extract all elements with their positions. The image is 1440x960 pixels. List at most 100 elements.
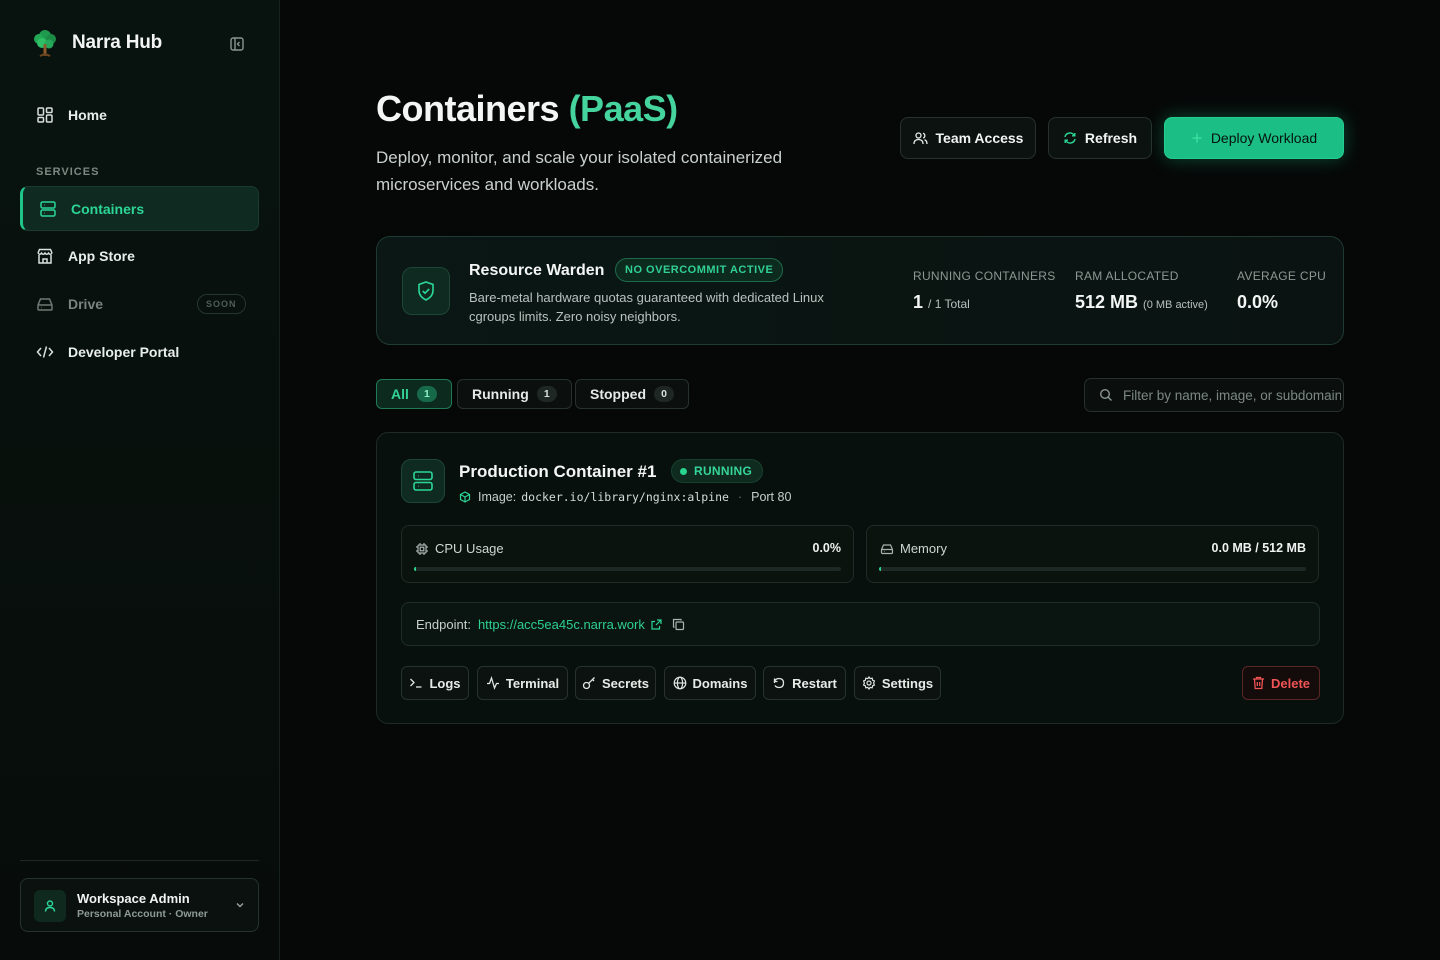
resource-warden-card: Resource Warden NO OVERCOMMIT ACTIVE Bar… (376, 236, 1344, 345)
filter-tab-label: Running (472, 386, 529, 402)
copy-icon[interactable] (672, 618, 685, 631)
globe-icon (673, 676, 686, 690)
restart-button[interactable]: Restart (763, 666, 846, 700)
sidebar-item-label: Home (68, 107, 107, 123)
terminal-button[interactable]: Terminal (477, 666, 568, 700)
endpoint-link[interactable]: https://acc5ea45c.narra.work (478, 617, 645, 632)
average-cpu-label: AVERAGE CPU (1237, 269, 1327, 283)
memory-meter: Memory 0.0 MB / 512 MB (866, 525, 1319, 583)
avatar (34, 890, 66, 922)
endpoint-label: Endpoint: (416, 616, 471, 632)
page-title: Containers (PaaS) (376, 88, 678, 130)
drive-icon (37, 298, 53, 311)
account-name: Workspace Admin (77, 891, 190, 906)
refresh-icon (1064, 132, 1076, 144)
memory-label: Memory (900, 541, 947, 556)
settings-button[interactable]: Settings (854, 666, 941, 700)
meta-separator: · (737, 490, 743, 504)
container-icon-box (401, 459, 445, 503)
memory-drive-icon (880, 544, 894, 555)
search-input[interactable] (1123, 379, 1341, 411)
page-subtitle: Deploy, monitor, and scale your isolated… (376, 148, 783, 194)
logs-label: Logs (429, 675, 461, 691)
trash-icon (1252, 676, 1264, 690)
sidebar-item-containers[interactable]: Containers (20, 186, 259, 231)
filter-tab-running[interactable]: Running 1 (457, 379, 572, 409)
terminal-prompt-icon (410, 678, 422, 688)
running-containers-value: 1 / 1 Total (913, 292, 970, 313)
delete-button[interactable]: Delete (1242, 666, 1320, 700)
account-subtitle: Personal Account · Owner (77, 908, 208, 920)
secrets-button[interactable]: Secrets (575, 666, 656, 700)
terminal-label: Terminal (505, 675, 560, 691)
refresh-button[interactable]: Refresh (1048, 117, 1152, 159)
sidebar-item-home[interactable]: Home (20, 93, 259, 137)
ram-value: 512 MB (1075, 292, 1139, 312)
sidebar-item-drive: Drive SOON (20, 282, 259, 326)
store-icon (37, 248, 53, 264)
ram-active: (0 MB active) (1143, 299, 1208, 311)
status-dot (680, 467, 687, 475)
team-access-button[interactable]: Team Access (900, 117, 1036, 159)
activity-icon (486, 676, 499, 690)
filter-tab-stopped[interactable]: Stopped 0 (575, 379, 689, 409)
filter-tab-all[interactable]: All 1 (376, 379, 452, 409)
endpoint-row: Endpoint: https://acc5ea45c.narra.work (401, 602, 1320, 646)
filter-tab-label: All (391, 386, 409, 402)
settings-label: Settings (881, 675, 934, 691)
sidebar-item-label: Drive (68, 296, 104, 312)
cpu-usage-meter: CPU Usage 0.0% (401, 525, 854, 583)
rotate-ccw-icon (773, 677, 785, 689)
package-icon (459, 491, 471, 503)
filter-tab-count: 1 (416, 386, 437, 402)
filter-tab-count: 0 (654, 386, 674, 402)
brand[interactable]: Narra Hub (32, 28, 162, 58)
sidebar-item-label: App Store (68, 248, 135, 264)
deploy-workload-label: Deploy Workload (1210, 130, 1318, 146)
no-overcommit-badge: NO OVERCOMMIT ACTIVE (615, 258, 784, 282)
domains-label: Domains (692, 675, 748, 691)
status-text: RUNNING (694, 464, 753, 478)
cpu-icon (416, 543, 428, 555)
soon-badge: SOON (197, 294, 246, 314)
deploy-workload-button[interactable]: Deploy Workload (1164, 117, 1344, 159)
memory-track (879, 567, 1306, 571)
container-card: Production Container #1 RUNNING Image: d… (376, 432, 1344, 724)
chevron-down-icon (236, 903, 244, 908)
domains-button[interactable]: Domains (664, 666, 756, 700)
search-icon (1099, 388, 1112, 401)
memory-fill (879, 567, 881, 571)
sidebar-item-label: Developer Portal (68, 344, 180, 360)
sidebar-item-app-store[interactable]: App Store (20, 234, 259, 278)
running-total: / 1 Total (928, 297, 970, 311)
ram-allocated-value: 512 MB (0 MB active) (1075, 292, 1208, 313)
gear-icon (862, 676, 876, 690)
cpu-usage-track (414, 567, 841, 571)
server-icon (40, 200, 56, 217)
plus-icon (1192, 133, 1202, 143)
running-containers-label: RUNNING CONTAINERS (913, 269, 1056, 283)
image-label: Image: (478, 490, 517, 504)
memory-value: 0.0 MB / 512 MB (1211, 541, 1306, 555)
dashboard-grid-icon (37, 107, 53, 123)
key-icon (582, 677, 595, 690)
container-name[interactable]: Production Container #1 (459, 462, 656, 482)
account-switcher[interactable]: Workspace Admin Personal Account · Owner (20, 878, 259, 932)
sidebar-item-developer-portal[interactable]: Developer Portal (20, 330, 259, 374)
page-title-accent: (PaaS) (568, 88, 679, 129)
tree-logo-icon (34, 30, 56, 57)
app-name: Narra Hub (72, 32, 163, 53)
running-count: 1 (913, 292, 924, 312)
logs-button[interactable]: Logs (401, 666, 469, 700)
filter-tab-count: 1 (536, 386, 557, 402)
sidebar-divider (20, 860, 259, 861)
sidebar-collapse-icon[interactable] (229, 36, 245, 52)
status-badge: RUNNING (671, 459, 764, 483)
ram-allocated-label: RAM ALLOCATED (1075, 269, 1179, 283)
restart-label: Restart (792, 675, 837, 691)
external-link-icon[interactable] (651, 618, 662, 630)
server-icon (413, 471, 433, 491)
sidebar: Narra Hub Home SERVICES Containers App S… (0, 0, 280, 960)
delete-label: Delete (1270, 675, 1311, 691)
port-value: Port 80 (751, 490, 792, 504)
